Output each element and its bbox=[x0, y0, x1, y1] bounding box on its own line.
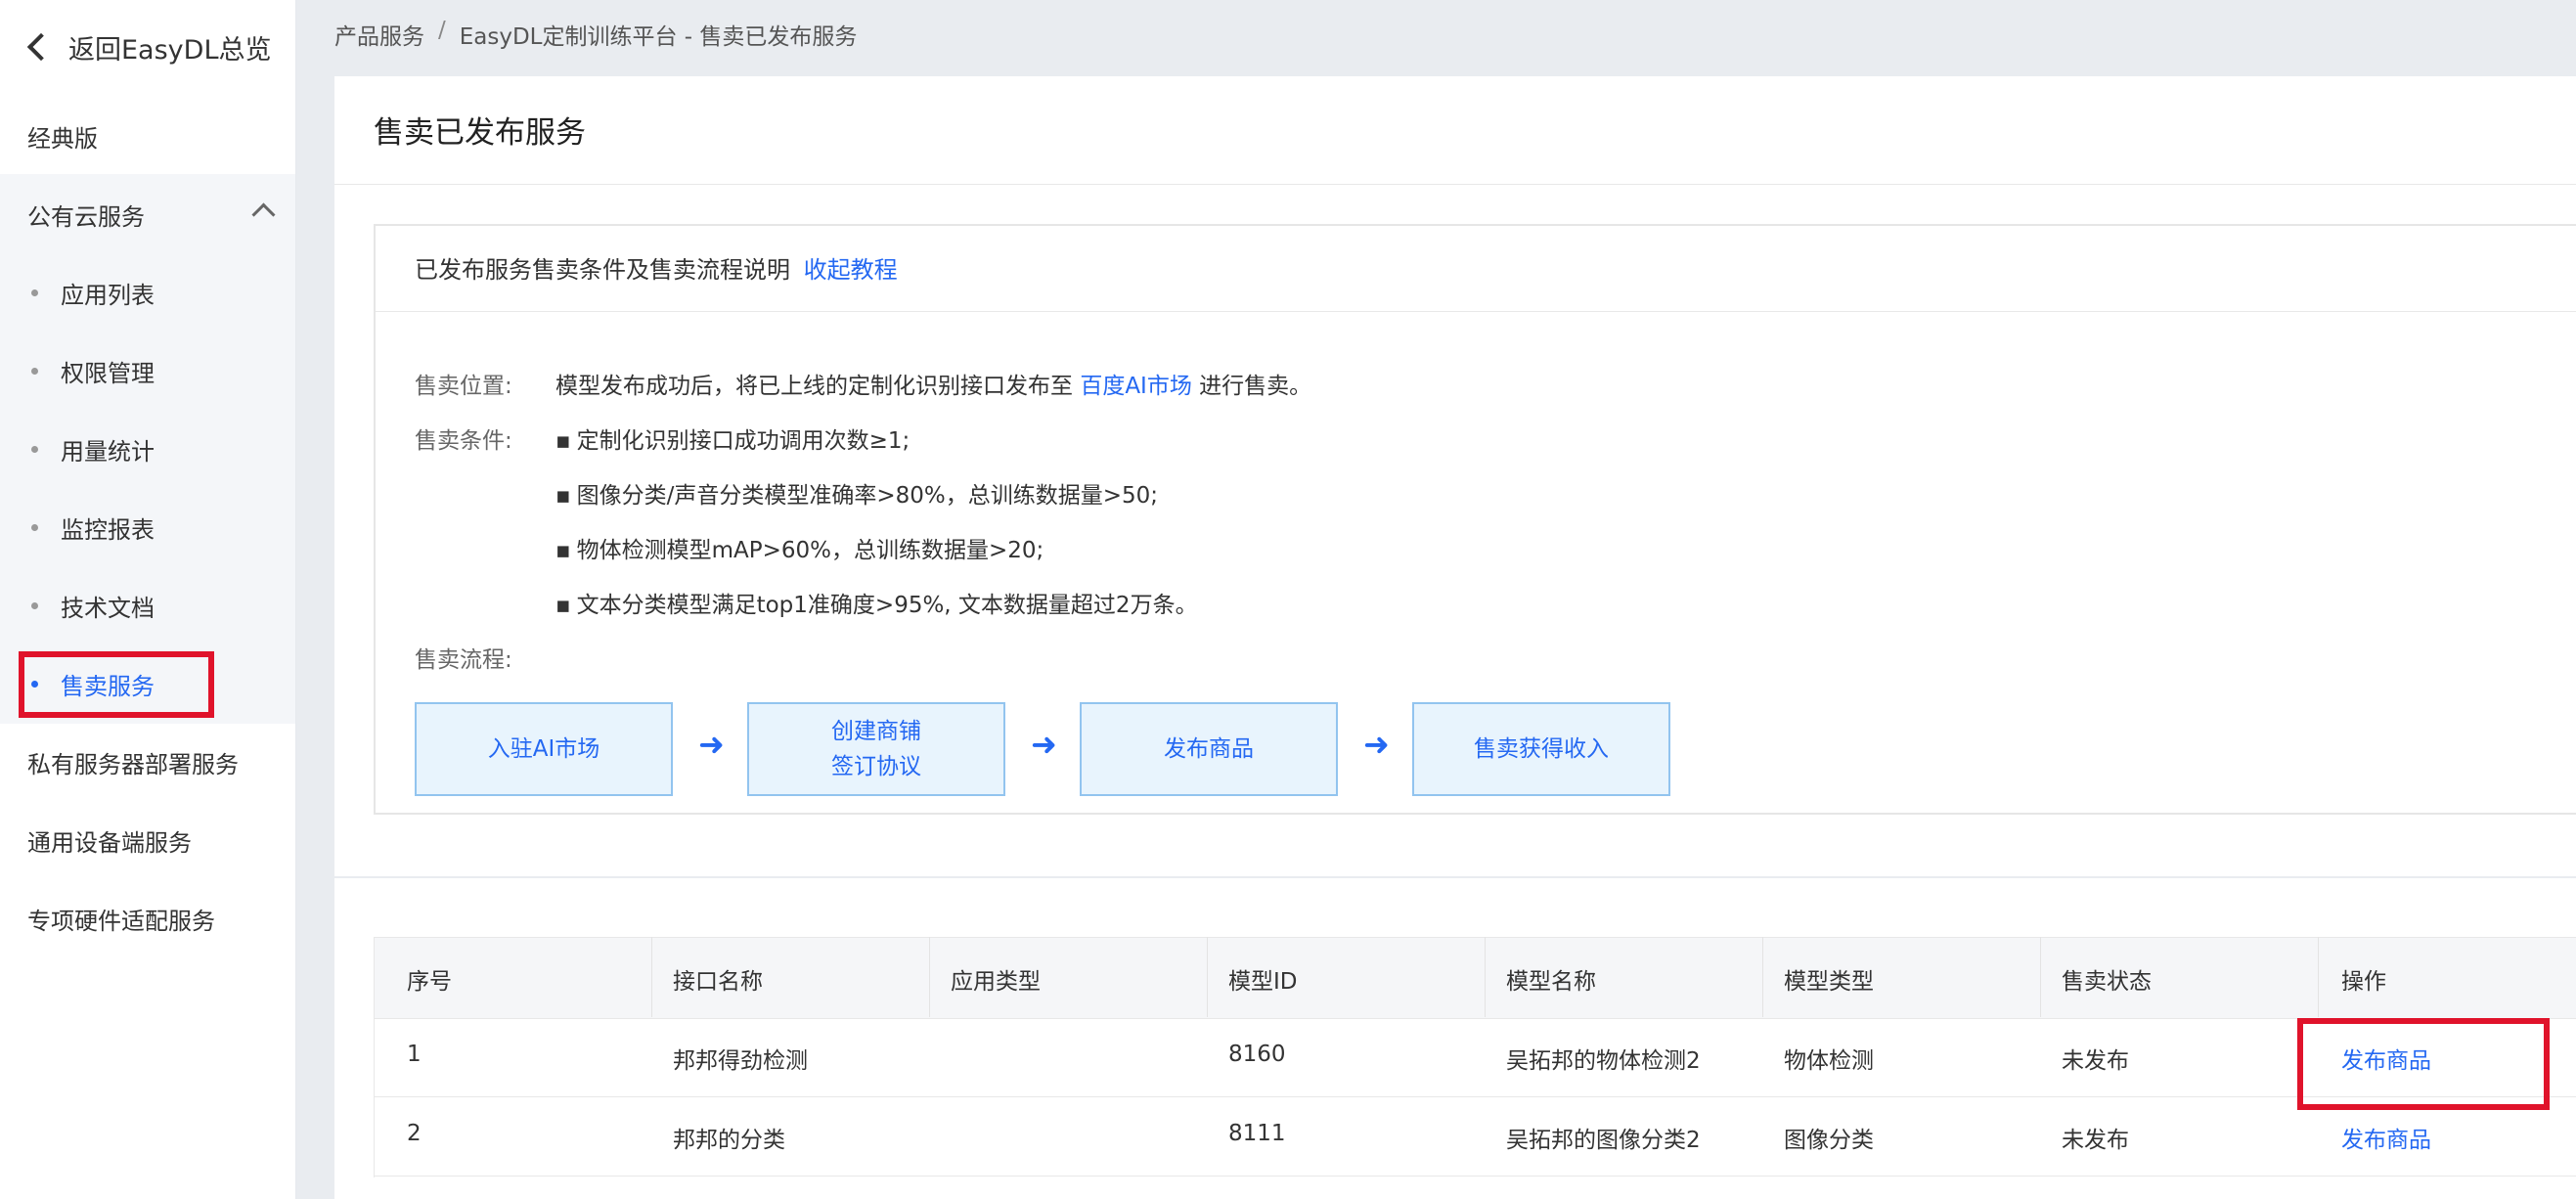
sale-conditions-label: 售卖条件: bbox=[415, 428, 512, 454]
column-separator bbox=[1207, 937, 1208, 1017]
sidebar: 返回EasyDL总览 经典版 公有云服务 应用列表 权限管理 用量统计 监控报表… bbox=[0, 0, 296, 1199]
bullet-dot-icon bbox=[31, 523, 38, 531]
column-header-model-id: 模型ID bbox=[1228, 969, 1298, 995]
back-label: 返回EasyDL总览 bbox=[68, 34, 272, 66]
table-row-1-model-name: 吴拓邦的物体检测2 bbox=[1506, 1048, 1701, 1074]
nav-public-cloud[interactable]: 公有云服务 bbox=[0, 175, 295, 253]
nav-hardware[interactable]: 专项硬件适配服务 bbox=[0, 879, 295, 957]
column-separator bbox=[929, 937, 930, 1017]
column-separator bbox=[2040, 937, 2041, 1017]
condition-item: 物体检测模型mAP>60%，总训练数据量>20; bbox=[555, 531, 1044, 564]
arrow-right-icon: ➜ bbox=[1363, 726, 1390, 763]
column-header-app-type: 应用类型 bbox=[951, 969, 1041, 995]
condition-item: 文本分类模型满足top1准确度>95%, 文本数据量超过2万条。 bbox=[555, 586, 1198, 619]
chevron-up-icon bbox=[251, 202, 276, 227]
table-row-2-model-name: 吴拓邦的图像分类2 bbox=[1506, 1128, 1701, 1153]
table-row-1-status: 未发布 bbox=[2062, 1048, 2129, 1074]
table-row-2-api-name: 邦邦的分类 bbox=[673, 1128, 785, 1153]
column-separator bbox=[1485, 937, 1486, 1017]
table-row-1-model-id: 8160 bbox=[1228, 1042, 1286, 1067]
page-title: 售卖已发布服务 bbox=[374, 115, 586, 151]
bullet-dot-icon bbox=[31, 289, 38, 296]
sidebar-item-usage[interactable]: 用量统计 bbox=[0, 410, 295, 488]
column-separator bbox=[651, 937, 652, 1017]
sale-location-text: 模型发布成功后，将已上线的定制化识别接口发布至 百度AI市场 进行售卖。 bbox=[555, 374, 1312, 399]
bullet-dot-icon bbox=[31, 367, 38, 375]
column-header-api-name: 接口名称 bbox=[673, 969, 763, 995]
sidebar-item-docs[interactable]: 技术文档 bbox=[0, 566, 295, 644]
collapse-tutorial-link[interactable]: 收起教程 bbox=[804, 256, 898, 284]
condition-item: 定制化识别接口成功调用次数≥1; bbox=[555, 422, 910, 455]
ai-market-link[interactable]: 百度AI市场 bbox=[1080, 374, 1192, 399]
highlight-box-sales bbox=[19, 651, 214, 718]
flow-step-earn-income: 售卖获得收入 bbox=[1412, 702, 1670, 796]
tutorial-divider bbox=[376, 311, 2576, 312]
column-header-action: 操作 bbox=[2341, 969, 2386, 995]
column-header-model-type: 模型类型 bbox=[1784, 969, 1874, 995]
condition-item: 图像分类/声音分类模型准确率>80%，总训练数据量>50; bbox=[555, 476, 1158, 510]
sidebar-item-permissions[interactable]: 权限管理 bbox=[0, 332, 295, 410]
nav-classic[interactable]: 经典版 bbox=[0, 97, 295, 175]
table-card bbox=[334, 878, 2576, 1199]
column-separator bbox=[2318, 937, 2319, 1017]
table-row-2-status: 未发布 bbox=[2062, 1128, 2129, 1153]
tutorial-header: 已发布服务售卖条件及售卖流程说明 收起教程 bbox=[415, 250, 898, 285]
arrow-right-icon: ➜ bbox=[1031, 726, 1057, 763]
tutorial-header-text: 已发布服务售卖条件及售卖流程说明 bbox=[415, 256, 790, 284]
publish-product-button[interactable]: 发布商品 bbox=[2341, 1121, 2431, 1154]
sale-flow-label: 售卖流程: bbox=[415, 647, 512, 673]
title-divider bbox=[334, 184, 2576, 185]
column-header-index: 序号 bbox=[407, 969, 452, 995]
column-header-status: 售卖状态 bbox=[2062, 969, 2152, 995]
column-header-model-name: 模型名称 bbox=[1506, 969, 1596, 995]
table-left-border bbox=[374, 937, 375, 1177]
row-divider bbox=[374, 1096, 2576, 1097]
bullet-dot-icon bbox=[31, 601, 38, 609]
table-row-1-api-name: 邦邦得劲检测 bbox=[673, 1048, 808, 1074]
table-row-2-index: 2 bbox=[407, 1121, 422, 1146]
row-divider bbox=[374, 1176, 2576, 1177]
flow-step-create-shop: 创建商铺 签订协议 bbox=[747, 702, 1005, 796]
table-row-2-model-id: 8111 bbox=[1228, 1121, 1286, 1146]
table-row-1-index: 1 bbox=[407, 1042, 422, 1067]
breadcrumb-separator: / bbox=[438, 18, 446, 43]
table-row-1-model-type: 物体检测 bbox=[1784, 1048, 1874, 1074]
flow-step-join-market: 入驻AI市场 bbox=[415, 702, 673, 796]
flow-step-publish-product: 发布商品 bbox=[1080, 702, 1338, 796]
sale-location-label: 售卖位置: bbox=[415, 374, 512, 399]
nav-general-device[interactable]: 通用设备端服务 bbox=[0, 801, 295, 879]
breadcrumb-root[interactable]: 产品服务 bbox=[334, 18, 424, 51]
back-to-overview-link[interactable]: 返回EasyDL总览 bbox=[25, 27, 271, 67]
bullet-dot-icon bbox=[31, 445, 38, 453]
table-row-2-model-type: 图像分类 bbox=[1784, 1128, 1874, 1153]
chevron-left-icon bbox=[26, 32, 56, 62]
nav-private-server[interactable]: 私有服务器部署服务 bbox=[0, 723, 295, 801]
arrow-right-icon: ➜ bbox=[698, 726, 725, 763]
breadcrumb-current: EasyDL定制训练平台 - 售卖已发布服务 bbox=[459, 24, 858, 50]
highlight-box-publish bbox=[2297, 1018, 2550, 1110]
column-separator bbox=[1762, 937, 1763, 1017]
breadcrumb: 产品服务 / EasyDL定制训练平台 - 售卖已发布服务 bbox=[334, 18, 857, 51]
sidebar-item-monitoring[interactable]: 监控报表 bbox=[0, 488, 295, 566]
sidebar-item-app-list[interactable]: 应用列表 bbox=[0, 253, 295, 332]
